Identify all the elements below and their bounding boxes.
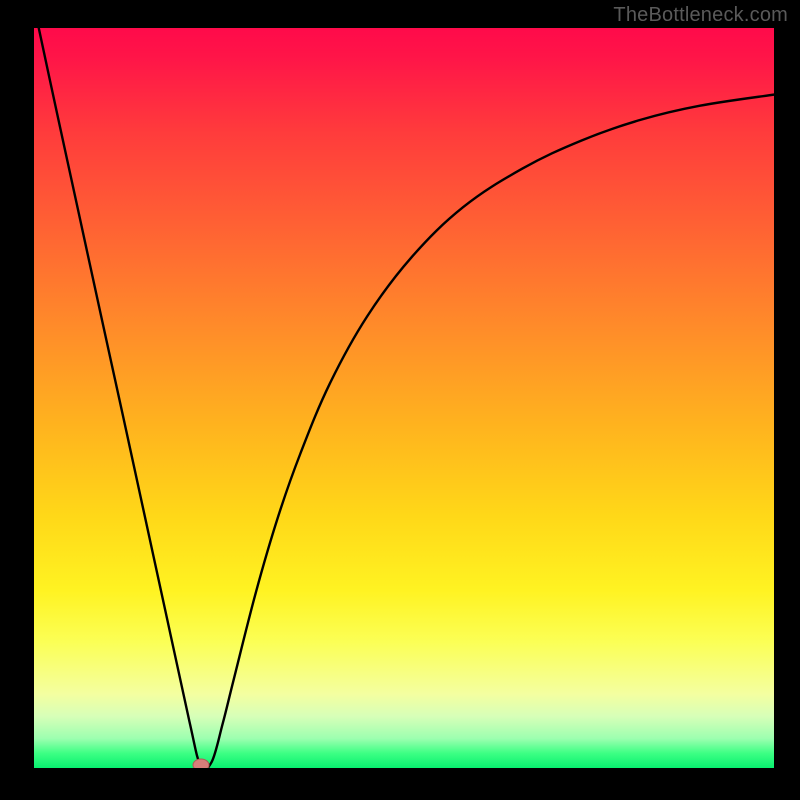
optimal-point-marker (192, 759, 209, 768)
curve-path (34, 28, 774, 768)
bottleneck-curve (34, 28, 774, 768)
plot-area (34, 28, 774, 768)
chart-frame: TheBottleneck.com (0, 0, 800, 800)
watermark-text: TheBottleneck.com (613, 4, 788, 27)
